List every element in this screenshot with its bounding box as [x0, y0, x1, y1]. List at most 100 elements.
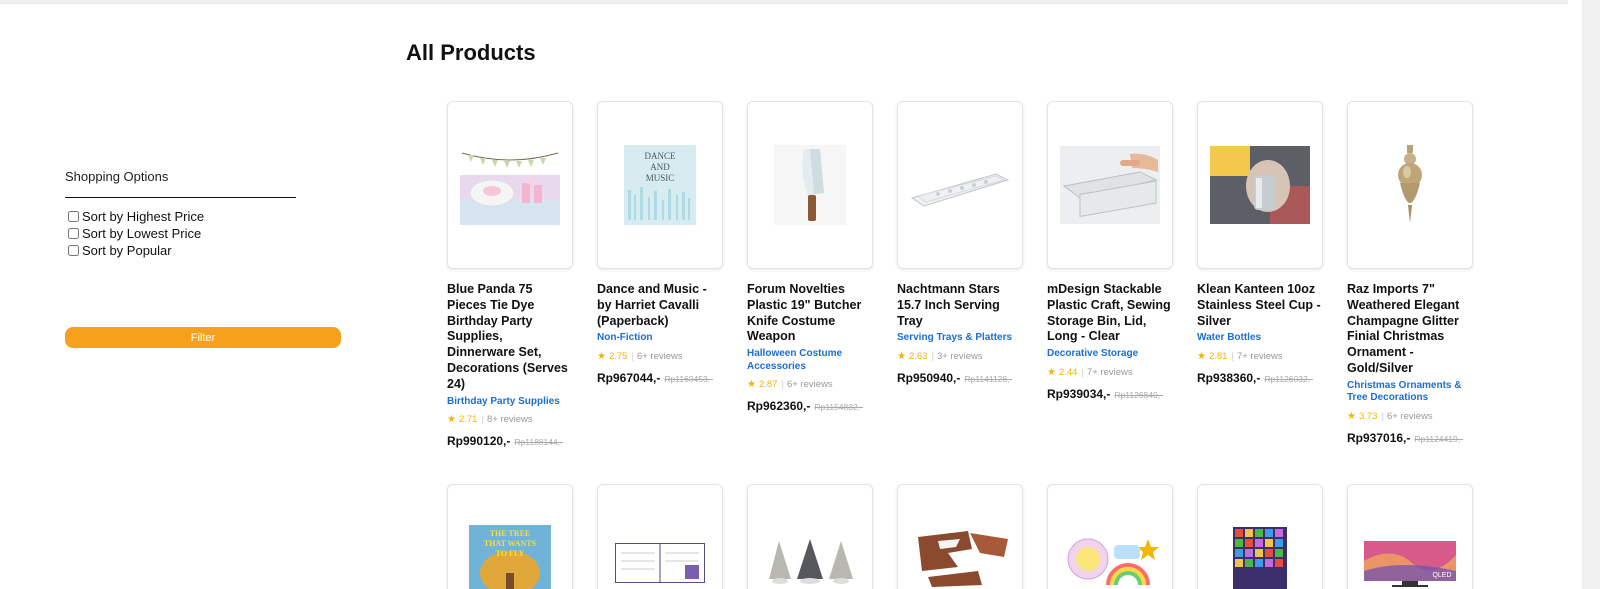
product-category[interactable]: Christmas Ornaments & Tree Decorations [1347, 380, 1473, 405]
product-name[interactable]: Blue Panda 75 Pieces Tie Dye Birthday Pa… [447, 282, 573, 393]
rating-value: 2.87 [758, 379, 778, 391]
review-count: 6+ reviews [1386, 410, 1433, 422]
page-title: All Products [406, 40, 536, 65]
shopping-options-sidebar: Shopping Options Sort by Highest Price S… [65, 169, 345, 348]
product-card[interactable]: Blue Panda 75 Pieces Tie Dye Birthday Pa… [447, 101, 573, 448]
product-category[interactable]: Birthday Party Supplies [447, 396, 573, 409]
rating-separator: | [1081, 366, 1084, 378]
tray-image[interactable] [897, 101, 1023, 269]
product-card[interactable]: DANCE AND MUSIC Dance and Music - by Har… [597, 101, 723, 385]
product-price-block: Rp990120,- Rp1188144,- [447, 434, 573, 448]
knife-image[interactable] [747, 101, 873, 269]
tv-image[interactable]: QLED [1347, 484, 1473, 589]
filter-button[interactable]: Filter [65, 327, 341, 348]
product-name[interactable]: mDesign Stackable Plastic Craft, Sewing … [1047, 282, 1173, 345]
product-card[interactable] [747, 484, 873, 589]
product-card[interactable]: mDesign Stackable Plastic Craft, Sewing … [1047, 101, 1173, 401]
product-card[interactable]: Raz Imports 7" Weathered Elegant Champag… [1347, 101, 1473, 445]
rating-separator: | [631, 350, 634, 362]
rating-value: 2.71 [458, 414, 478, 426]
product-price: Rp950940,- [897, 370, 961, 385]
product-old-price: Rp1154832,- [814, 402, 863, 413]
book-tree-image[interactable]: THE TREE THAT WANTS TO FLY [447, 484, 573, 589]
product-price-block: Rp962360,- Rp1154832,- [747, 399, 873, 413]
product-card[interactable] [897, 484, 1023, 589]
product-price: Rp990120,- [447, 434, 511, 449]
product-rating: ★ 2.87 | 6+ reviews [747, 379, 873, 390]
review-count: 8+ reviews [486, 414, 533, 426]
storage-bin-image[interactable] [1047, 101, 1173, 269]
product-card[interactable] [1047, 484, 1173, 589]
sort-highest-price-label: Sort by Highest Price [82, 209, 205, 224]
sort-lowest-price-checkbox[interactable] [68, 228, 79, 239]
product-card[interactable]: THE TREE THAT WANTS TO FLY [447, 484, 573, 589]
unicorn-stickers-image[interactable] [1047, 484, 1173, 589]
planner-image[interactable] [597, 484, 723, 589]
sort-highest-price-checkbox[interactable] [68, 211, 79, 222]
review-count: 7+ reviews [1086, 366, 1133, 378]
product-card[interactable]: Forum Novelties Plastic 19" Butcher Knif… [747, 101, 873, 413]
product-price: Rp937016,- [1347, 430, 1411, 445]
product-price: Rp939034,- [1047, 386, 1111, 401]
rating-separator: | [931, 350, 934, 362]
sort-popular-option[interactable]: Sort by Popular [65, 242, 345, 259]
party-supplies-image[interactable] [447, 101, 573, 269]
product-card[interactable] [597, 484, 723, 589]
sort-popular-checkbox[interactable] [68, 245, 79, 256]
product-category[interactable]: Halloween Costume Accessories [747, 348, 873, 373]
rating-value: 2.81 [1208, 350, 1228, 362]
tv-screen-text: QLED [1432, 572, 1451, 579]
star-icon: ★ [1047, 366, 1056, 378]
page-scrollbar[interactable] [1582, 0, 1600, 589]
book-cover-image[interactable]: DANCE AND MUSIC [597, 101, 723, 269]
product-card[interactable]: Klean Kanteen 10oz Stainless Steel Cup -… [1197, 101, 1323, 385]
product-old-price: Rp1141128,- [964, 373, 1013, 384]
top-header-strip [0, 0, 1568, 4]
product-rating: ★ 2.71 | 8+ reviews [447, 414, 573, 425]
product-old-price: Rp1160453,- [664, 373, 713, 384]
svg-text:AND: AND [650, 162, 670, 172]
sort-options: Sort by Highest Price Sort by Lowest Pri… [65, 208, 345, 259]
svg-text:TO FLY: TO FLY [496, 549, 525, 558]
star-icon: ★ [1347, 410, 1356, 422]
product-card[interactable]: Nachtmann Stars 15.7 Inch Serving Tray S… [897, 101, 1023, 385]
star-icon: ★ [897, 350, 906, 362]
rating-separator: | [481, 414, 484, 426]
product-old-price: Rp1124419,- [1414, 433, 1463, 444]
star-icon: ★ [447, 414, 456, 426]
product-category[interactable]: Water Bottles [1197, 332, 1323, 345]
product-rating: ★ 2.63 | 3+ reviews [897, 351, 1023, 362]
product-name[interactable]: Dance and Music - by Harriet Cavalli (Pa… [597, 282, 723, 329]
product-card[interactable]: QLED [1347, 484, 1473, 589]
product-price: Rp967044,- [597, 370, 661, 385]
product-category[interactable]: Non-Fiction [597, 332, 723, 345]
product-price-block: Rp939034,- Rp1126840,- [1047, 387, 1173, 401]
product-name[interactable]: Nachtmann Stars 15.7 Inch Serving Tray [897, 282, 1023, 329]
product-name[interactable]: Klean Kanteen 10oz Stainless Steel Cup -… [1197, 282, 1323, 329]
steel-cup-image[interactable] [1197, 101, 1323, 269]
review-count: 6+ reviews [636, 350, 683, 362]
ornament-image[interactable] [1347, 101, 1473, 269]
sort-lowest-price-label: Sort by Lowest Price [82, 226, 202, 241]
rating-value: 2.44 [1058, 366, 1078, 378]
wood-puzzle-image[interactable] [897, 484, 1023, 589]
review-count: 3+ reviews [936, 350, 983, 362]
product-name[interactable]: Raz Imports 7" Weathered Elegant Champag… [1347, 282, 1473, 377]
product-old-price: Rp1188144,- [514, 437, 563, 448]
rating-value: 2.75 [608, 350, 628, 362]
pixel-poster-image[interactable] [1197, 484, 1323, 589]
book-cover-text: DANCE [645, 151, 677, 161]
sort-lowest-price-option[interactable]: Sort by Lowest Price [65, 225, 345, 242]
sort-highest-price-option[interactable]: Sort by Highest Price [65, 208, 345, 225]
product-category[interactable]: Serving Trays & Platters [897, 332, 1023, 345]
star-icon: ★ [1197, 350, 1206, 362]
product-category[interactable]: Decorative Storage [1047, 348, 1173, 361]
product-price-block: Rp937016,- Rp1124419,- [1347, 431, 1473, 445]
product-card[interactable] [1197, 484, 1323, 589]
gnome-hats-image[interactable] [747, 484, 873, 589]
book-tree-cover-text: THE TREE [490, 529, 531, 538]
product-rating: ★ 2.81 | 7+ reviews [1197, 351, 1323, 362]
svg-text:THAT WANTS: THAT WANTS [484, 539, 537, 548]
shopping-options-heading: Shopping Options [65, 169, 296, 198]
product-name[interactable]: Forum Novelties Plastic 19" Butcher Knif… [747, 282, 873, 345]
